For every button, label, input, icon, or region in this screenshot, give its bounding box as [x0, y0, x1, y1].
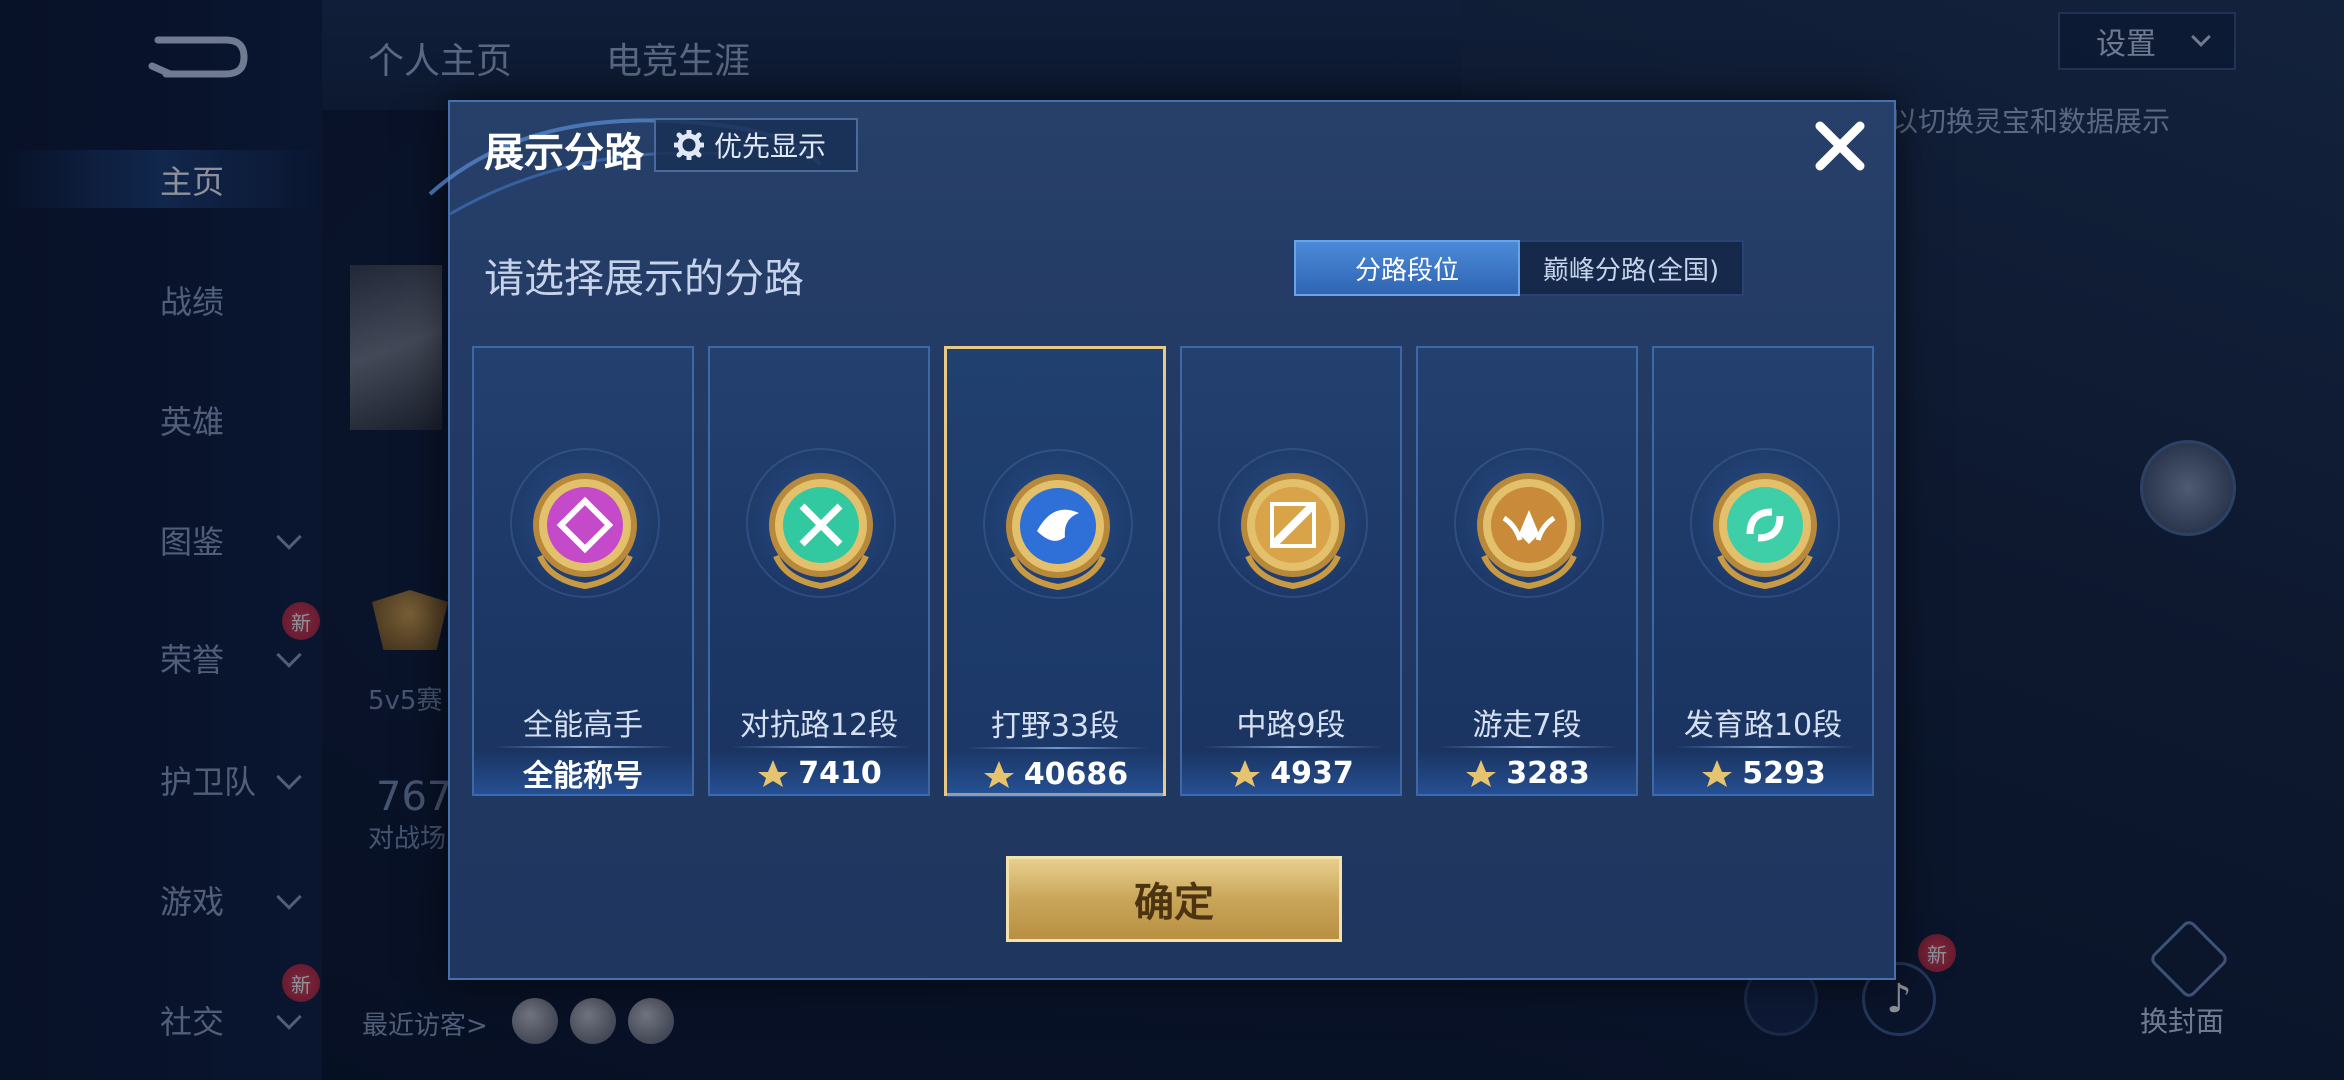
rank-points-icon	[1230, 760, 1261, 787]
all-round-emblem-icon	[533, 473, 637, 590]
clash-lane-emblem-icon	[769, 473, 873, 590]
lane-card-footer: 全能称号	[474, 750, 692, 796]
priority-display-label: 优先显示	[714, 130, 827, 163]
lane-card-name: 对抗路12段	[739, 708, 899, 743]
card-divider	[1674, 746, 1856, 748]
rank-points-icon	[758, 760, 789, 787]
rank-points-icon	[1702, 760, 1733, 787]
gear-icon	[674, 130, 704, 160]
card-divider	[967, 747, 1149, 749]
segment-lane-rank[interactable]: 分路段位	[1294, 240, 1520, 296]
lane-card[interactable]: 打野33段 40686	[944, 346, 1166, 797]
ranking-type-toggle: 分路段位 巅峰分路(全国)	[1294, 240, 1744, 296]
lane-card[interactable]: 全能高手 全能称号	[472, 346, 694, 796]
confirm-button[interactable]: 确定	[1006, 856, 1342, 942]
lane-card-name: 发育路10段	[1683, 708, 1843, 743]
lane-card-name: 打野33段	[990, 709, 1120, 744]
dialog-title: 展示分路	[484, 130, 644, 176]
lane-card-footer: 40686	[947, 751, 1163, 797]
rank-points-icon	[1466, 760, 1497, 787]
selection-prompt: 请选择展示的分路	[484, 256, 804, 302]
lane-card[interactable]: 对抗路12段 7410	[708, 346, 930, 796]
lane-card[interactable]: 游走7段 3283	[1416, 346, 1638, 796]
roam-emblem-icon	[1477, 473, 1581, 590]
lane-card-footer: 3283	[1418, 750, 1636, 796]
lane-card-name: 游走7段	[1472, 708, 1582, 743]
lane-display-dialog: 展示分路 优先显示 请选择展示的分路 分路段位 巅峰分路(全国) 全能高手全能称…	[428, 100, 1896, 980]
segment-peak-lane[interactable]: 巅峰分路(全国)	[1520, 240, 1744, 296]
lane-card-name: 全能高手	[523, 708, 643, 743]
rank-points-icon	[983, 761, 1014, 788]
lane-card-value: 7410	[798, 755, 882, 791]
card-divider	[730, 746, 912, 748]
lane-card-value: 5293	[1742, 755, 1826, 791]
jungle-emblem-icon	[1006, 474, 1110, 591]
mid-lane-emblem-icon	[1241, 473, 1345, 590]
lane-card-footer: 5293	[1654, 750, 1872, 796]
game-profile-screen: 主页 战绩 英雄 图鉴 荣誉新护卫队 游戏 社交新 个人主页 电竞生涯 5v5赛 767 对…	[0, 0, 2344, 1080]
lane-card[interactable]: 发育路10段 5293	[1652, 346, 1874, 796]
lane-card[interactable]: 中路9段 4937	[1180, 346, 1402, 796]
lane-card-value: 40686	[1023, 756, 1129, 792]
lane-card-footer: 4937	[1182, 750, 1400, 796]
lane-card-value: 3283	[1506, 755, 1590, 791]
close-button[interactable]	[1810, 116, 1870, 176]
card-divider	[1438, 746, 1620, 748]
lane-card-footer: 7410	[710, 750, 928, 796]
lane-card-value: 全能称号	[523, 759, 643, 794]
lane-card-value: 4937	[1270, 755, 1354, 791]
priority-display-button[interactable]: 优先显示	[654, 118, 858, 172]
card-divider	[1202, 746, 1384, 748]
card-divider	[494, 746, 676, 748]
lane-card-name: 中路9段	[1236, 708, 1346, 743]
farm-lane-emblem-icon	[1713, 473, 1817, 590]
